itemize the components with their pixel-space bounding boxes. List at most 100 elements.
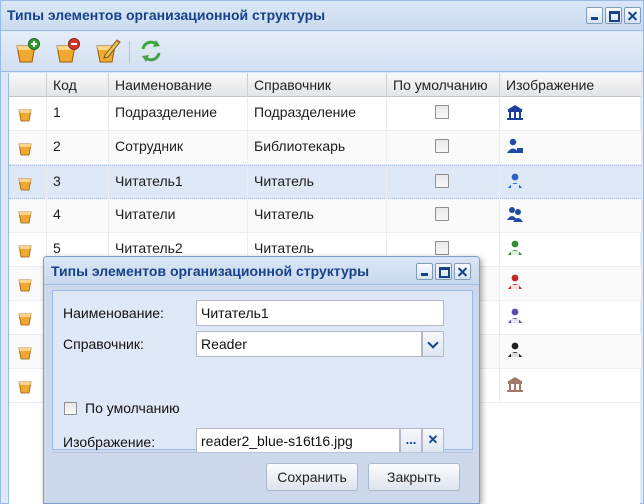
cell-image (500, 131, 641, 164)
reference-label: Справочник: (63, 336, 144, 352)
image-field[interactable]: reader2_blue-s16t16.jpg (196, 428, 400, 454)
edit-item-icon[interactable] (93, 37, 121, 65)
row-icon-cell (9, 131, 47, 164)
cell-ref: Читатель (248, 199, 387, 232)
table-row[interactable]: 1 Подразделение Подразделение (9, 97, 641, 131)
dialog-maximize-icon[interactable] (435, 263, 452, 280)
reference-combo[interactable]: Reader (196, 331, 422, 357)
add-item-icon[interactable] (13, 37, 41, 65)
header-icon-col (9, 73, 47, 97)
maximize-icon[interactable] (605, 7, 622, 24)
header-reference[interactable]: Справочник (248, 73, 387, 97)
dialog-title: Типы элементов организационной структуры (51, 263, 370, 279)
reader-blue-icon (508, 173, 522, 188)
table-row[interactable]: 3 Читатель1 Читатель (9, 165, 641, 199)
cell-default (387, 131, 500, 164)
dialog-tools (416, 263, 471, 280)
name-field[interactable]: Читатель1 (196, 300, 444, 326)
dialog-close-icon[interactable] (454, 263, 471, 280)
refresh-icon[interactable] (137, 37, 165, 65)
row-icon-cell (9, 97, 47, 130)
default-label[interactable]: По умолчанию (85, 400, 180, 416)
readers-group-icon (507, 207, 523, 222)
browse-icon[interactable]: ... (400, 428, 422, 454)
delete-item-icon[interactable] (53, 37, 81, 65)
employee-icon (507, 138, 523, 153)
default-checkbox[interactable] (64, 402, 77, 415)
cell-code: 1 (47, 97, 109, 130)
table-row[interactable]: 4 Читатели Читатель (9, 199, 641, 233)
default-checkbox[interactable] (435, 207, 449, 221)
close-button[interactable]: Закрыть (368, 463, 460, 491)
row-icon-cell (9, 166, 47, 199)
row-icon-cell (9, 369, 47, 402)
dialog-footer: Сохранить Закрыть (52, 452, 473, 502)
main-window-tools (586, 7, 641, 24)
reader-purple-icon (508, 308, 522, 323)
cell-image (500, 97, 641, 130)
cell-image (500, 267, 641, 300)
row-icon-cell (9, 335, 47, 368)
row-type-icon (18, 313, 32, 326)
row-type-icon (18, 381, 32, 394)
main-window-title: Типы элементов организационной структуры (7, 7, 326, 23)
reader-red-icon (508, 274, 522, 289)
cell-image (500, 301, 641, 334)
save-button[interactable]: Сохранить (266, 463, 358, 491)
cell-name: Сотрудник (109, 131, 248, 164)
cell-image (500, 233, 641, 266)
clear-icon[interactable]: ✕ (422, 428, 444, 454)
cell-code: 3 (47, 166, 109, 199)
row-type-icon (18, 279, 32, 292)
row-type-icon (18, 245, 32, 258)
row-icon-cell (9, 233, 47, 266)
row-type-icon (18, 347, 32, 360)
toolbar-separator (129, 41, 130, 63)
dialog-minimize-icon[interactable] (416, 263, 433, 280)
row-type-icon (18, 109, 32, 122)
cell-default (387, 166, 500, 199)
table-row[interactable]: 2 Сотрудник Библиотекарь (9, 131, 641, 165)
default-checkbox[interactable] (435, 241, 449, 255)
cell-ref: Библиотекарь (248, 131, 387, 164)
default-checkbox[interactable] (435, 105, 449, 119)
chevron-down-icon[interactable] (422, 331, 444, 357)
cell-code: 4 (47, 199, 109, 232)
edit-dialog: Типы элементов организационной структуры… (43, 256, 480, 504)
cell-name: Читатель1 (109, 166, 248, 199)
default-checkbox[interactable] (435, 174, 449, 188)
cell-name: Читатели (109, 199, 248, 232)
cell-image (500, 166, 641, 199)
row-type-icon (18, 211, 32, 224)
header-code[interactable]: Код (47, 73, 109, 97)
cell-image (500, 199, 641, 232)
minimize-icon[interactable] (586, 7, 603, 24)
cell-image (500, 335, 641, 368)
header-default[interactable]: По умолчанию (387, 73, 500, 97)
cell-default (387, 97, 500, 130)
row-icon-cell (9, 199, 47, 232)
reader-black-icon (508, 342, 522, 357)
grid-header: Код Наименование Справочник По умолчанию… (9, 73, 641, 97)
header-image[interactable]: Изображение (500, 73, 641, 97)
cell-ref: Подразделение (248, 97, 387, 130)
cell-default (387, 199, 500, 232)
row-icon-cell (9, 267, 47, 300)
dialog-titlebar[interactable]: Типы элементов организационной структуры (44, 257, 479, 285)
cell-code: 2 (47, 131, 109, 164)
cell-name: Подразделение (109, 97, 248, 130)
name-label: Наименование: (63, 305, 164, 321)
image-label: Изображение: (63, 434, 156, 450)
reader-green-icon (508, 240, 522, 255)
dialog-form: Наименование: Читатель1 Справочник: Read… (52, 290, 473, 454)
library-icon (507, 377, 523, 392)
toolbar (1, 32, 643, 72)
row-type-icon (18, 143, 32, 156)
row-icon-cell (9, 301, 47, 334)
default-checkbox[interactable] (435, 139, 449, 153)
close-icon[interactable] (624, 7, 641, 24)
building-icon (507, 105, 523, 120)
row-type-icon (18, 178, 32, 191)
header-name[interactable]: Наименование (109, 73, 248, 97)
cell-ref: Читатель (248, 166, 387, 199)
